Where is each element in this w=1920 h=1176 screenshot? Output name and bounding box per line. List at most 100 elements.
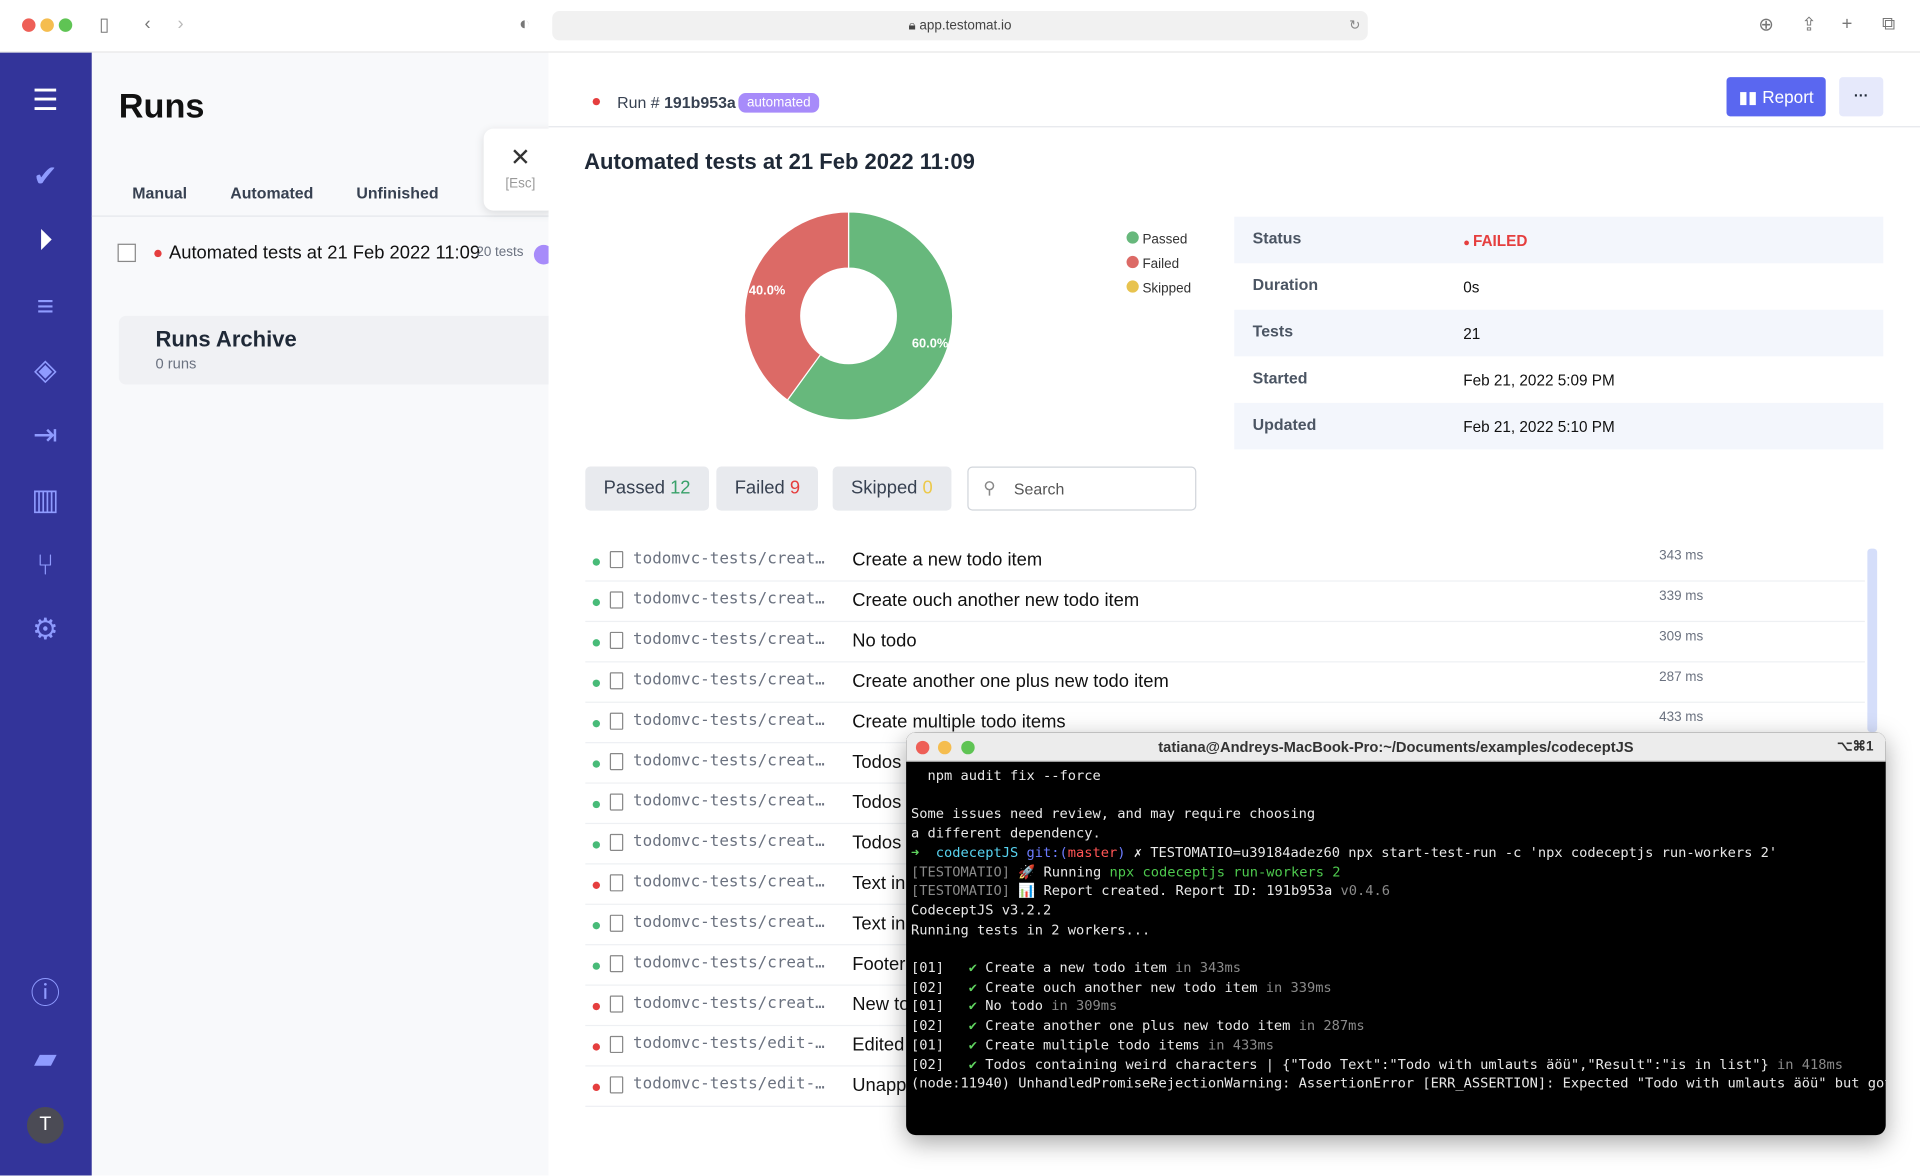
branch-icon[interactable]: ⑂ <box>27 547 64 584</box>
test-row[interactable]: todomvc-tests/creat… No todo 309 ms <box>585 622 1865 663</box>
file-icon <box>609 874 624 892</box>
help-icon[interactable]: ⓘ <box>27 976 64 1013</box>
share-icon[interactable]: ⇪ <box>1801 13 1816 36</box>
file-icon <box>609 591 624 609</box>
file-icon <box>609 1035 624 1054</box>
test-row[interactable]: todomvc-tests/creat… Create a new todo it… <box>585 541 1865 582</box>
status-dot <box>592 1043 601 1051</box>
detail-label: Updated <box>1252 415 1317 434</box>
terminal-segment: [01] <box>911 960 945 976</box>
import-icon[interactable]: ⇥ <box>27 418 64 455</box>
file-icon <box>609 995 624 1013</box>
test-duration: 343 ms <box>1659 548 1704 564</box>
detail-value: 21 <box>1463 325 1481 343</box>
menu-icon[interactable]: ☰ <box>27 83 64 120</box>
scrollbar[interactable] <box>1867 548 1878 733</box>
legend-item-passed[interactable]: Passed <box>1126 231 1192 247</box>
sidebar: ☰ ✔ ⏵ ≡ ◈ ⇥ ▥ ⑂ ⚙ ⓘ ▰ T <box>0 52 92 1176</box>
detail-value: Feb 21, 2022 5:09 PM <box>1463 372 1615 390</box>
avatar[interactable]: T <box>26 1106 64 1144</box>
terminal-line: [TESTOMATIO] 🚀 Running npx codeceptjs ru… <box>911 863 1886 882</box>
address-bar[interactable]: 🔒︎ app.testomat.io ↻ <box>552 11 1368 41</box>
runs-panel: Runs Manual Automated Unfinished Automat… <box>91 52 560 1176</box>
terminal-segment: in 418ms <box>1768 1056 1844 1073</box>
layers-icon[interactable]: ◈ <box>27 353 64 390</box>
legend-swatch <box>1126 231 1139 244</box>
close-window-button[interactable] <box>22 18 36 32</box>
terminal-segment: codeceptJS <box>927 844 1019 861</box>
tab-automated[interactable]: Automated <box>230 184 313 202</box>
terminal-segment: Create a new todo item <box>985 960 1167 976</box>
filter-passed-button[interactable]: Passed 12 <box>585 466 709 511</box>
run-checkbox[interactable] <box>117 243 136 263</box>
search-input[interactable]: ⚲ Search <box>967 466 1197 511</box>
report-button[interactable]: ▮▮ Report <box>1726 77 1826 117</box>
runs-archive[interactable]: Runs Archive 0 runs <box>118 315 560 385</box>
test-name: Text in <box>852 873 906 894</box>
test-name: Unapp <box>852 1075 907 1096</box>
shield-icon[interactable]: ◐ <box>519 13 530 34</box>
terminal-line: (node:11940) UnhandledPromiseRejectionWa… <box>911 1075 1886 1092</box>
run-item-title[interactable]: Automated tests at 21 Feb 2022 11:09 <box>169 242 480 263</box>
tab-manual[interactable]: Manual <box>132 184 187 202</box>
reload-icon[interactable]: ↻ <box>1349 11 1360 40</box>
terminal-segment: in 343ms <box>1166 960 1241 976</box>
terminal-segment: TESTOMATIO=u39184adez60 npx start-test-r… <box>1150 844 1778 861</box>
close-panel-button[interactable]: ✕ [Esc] <box>483 128 558 211</box>
check-icon: ✔ <box>944 1056 986 1073</box>
play-circle-icon[interactable]: ⏵ <box>27 223 64 260</box>
chart-legend: Passed Failed Skipped <box>1126 231 1192 304</box>
test-path: todomvc-tests/creat… <box>633 590 825 609</box>
test-path: todomvc-tests/creat… <box>633 630 825 649</box>
status-dot <box>592 639 601 647</box>
test-path: todomvc-tests/creat… <box>633 913 825 932</box>
sidebar-toggle-icon[interactable]: ▯ <box>99 13 109 36</box>
terminal-titlebar: tatiana@Andreys-MacBook-Pro:~/Documents/… <box>906 732 1886 762</box>
folder-icon[interactable]: ▰ <box>27 1041 64 1078</box>
run-item-count: 20 tests <box>476 244 524 260</box>
tabs-overview-icon[interactable]: ⧉ <box>1882 13 1895 34</box>
back-icon[interactable]: ‹ <box>144 13 150 34</box>
status-dot <box>592 720 601 728</box>
url-text: app.testomat.io <box>919 18 1012 34</box>
tab-unfinished[interactable]: Unfinished <box>356 184 438 202</box>
forward-icon[interactable]: › <box>178 13 184 34</box>
settings-icon[interactable]: ⚙ <box>27 612 64 649</box>
legend-item-skipped[interactable]: Skipped <box>1126 280 1191 296</box>
test-row[interactable]: todomvc-tests/creat… Create ouch another … <box>585 582 1865 623</box>
test-row[interactable]: todomvc-tests/creat… Create another one p… <box>585 662 1865 703</box>
status-dot <box>592 97 601 106</box>
terminal-line: npm audit fix --force <box>911 767 1101 784</box>
check-icon[interactable]: ✔ <box>27 159 64 196</box>
analytics-icon[interactable]: ▥ <box>27 482 64 519</box>
test-name: Edited <box>852 1034 905 1056</box>
checklist-icon[interactable]: ≡ <box>27 289 64 326</box>
minimize-window-button[interactable] <box>40 18 54 32</box>
legend-item-failed[interactable]: Failed <box>1126 255 1192 272</box>
terminal-segment: in 309ms <box>1043 998 1118 1015</box>
terminal-segment: ➜ <box>911 844 928 861</box>
status-donut-chart: 60.0% 40.0% <box>743 211 954 421</box>
terminal-output[interactable]: npm audit fix --force Some issues need re… <box>911 767 1886 1094</box>
browser-toolbar: ▯ ‹ › ◐ 🔒︎ app.testomat.io ↻ ⊕ ⇪ + ⧉ <box>0 0 1920 53</box>
automated-badge: automated <box>738 93 820 113</box>
test-path: todomvc-tests/creat… <box>633 994 825 1013</box>
status-dot <box>592 1002 601 1011</box>
terminal-segment: ) <box>1117 844 1126 861</box>
run-label: Run # <box>617 93 660 112</box>
terminal-segment: v0.4.6 <box>1340 883 1390 900</box>
download-icon[interactable]: ⊕ <box>1758 13 1773 36</box>
test-duration: 433 ms <box>1659 710 1704 725</box>
maximize-window-button[interactable] <box>58 18 73 32</box>
status-dot: ● <box>1463 236 1473 249</box>
filter-skipped-button[interactable]: Skipped 0 <box>832 466 952 511</box>
file-icon <box>609 1076 624 1094</box>
status-dot <box>592 1083 601 1092</box>
new-tab-icon[interactable]: + <box>1842 13 1853 34</box>
more-button[interactable]: ··· <box>1839 77 1884 117</box>
filter-failed-button[interactable]: Failed 9 <box>716 466 819 511</box>
divider <box>548 126 1920 128</box>
search-icon: ⚲ <box>983 477 996 498</box>
detail-label: Status <box>1252 228 1302 248</box>
file-icon <box>609 551 624 569</box>
